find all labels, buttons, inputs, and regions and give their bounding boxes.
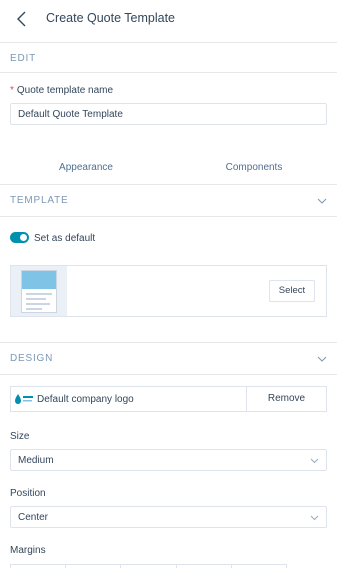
template-name-label-text: Quote template name — [16, 85, 114, 96]
divider — [0, 72, 337, 73]
size-label: Size — [10, 431, 30, 442]
template-thumbnail — [21, 270, 57, 313]
position-label: Position — [10, 488, 46, 499]
position-select-value: Center — [18, 512, 49, 523]
remove-logo-button[interactable]: Remove — [246, 387, 326, 411]
toggle-knob — [20, 234, 27, 241]
divider — [0, 374, 337, 375]
template-card: Select — [10, 265, 327, 317]
tabs-divider — [0, 184, 337, 185]
required-mark: * — [10, 85, 14, 96]
chevron-down-icon[interactable] — [317, 355, 327, 363]
margins-inputs — [10, 564, 288, 568]
divider — [0, 342, 337, 343]
divider — [0, 216, 337, 217]
back-arrow-icon[interactable] — [14, 10, 30, 28]
caret-down-icon — [310, 458, 319, 464]
template-name-input[interactable]: Default Quote Template — [10, 103, 327, 125]
select-template-button[interactable]: Select — [269, 280, 315, 302]
page-title: Create Quote Template — [46, 11, 176, 25]
margin-right-input[interactable] — [65, 564, 122, 568]
template-thumbnail-frame — [11, 266, 67, 316]
margin-bottom-input[interactable] — [120, 564, 177, 568]
tab-appearance[interactable]: Appearance — [2, 162, 170, 173]
tab-components[interactable]: Components — [170, 162, 337, 173]
divider — [0, 42, 337, 43]
caret-down-icon — [310, 515, 319, 521]
margins-label: Margins — [10, 545, 46, 556]
template-section-label: TEMPLATE — [10, 195, 69, 206]
set-default-label: Set as default — [34, 233, 96, 244]
edit-section-label: EDIT — [10, 53, 36, 64]
company-logo-row: Default company logo Remove — [10, 386, 327, 412]
page-header: Create Quote Template — [0, 0, 337, 40]
size-select[interactable]: Medium — [10, 449, 327, 471]
set-default-toggle[interactable] — [10, 232, 29, 243]
company-logo-label: Default company logo — [37, 394, 134, 405]
size-select-value: Medium — [18, 455, 54, 466]
position-select[interactable]: Center — [10, 506, 327, 528]
margin-left-input[interactable] — [175, 564, 232, 568]
company-logo-icon — [15, 394, 33, 404]
chevron-down-icon[interactable] — [317, 197, 327, 205]
template-name-label: * Quote template name — [10, 85, 113, 96]
margin-unit-input[interactable] — [230, 564, 288, 568]
design-section-label: DESIGN — [10, 353, 54, 364]
margin-top-input[interactable] — [10, 564, 67, 568]
